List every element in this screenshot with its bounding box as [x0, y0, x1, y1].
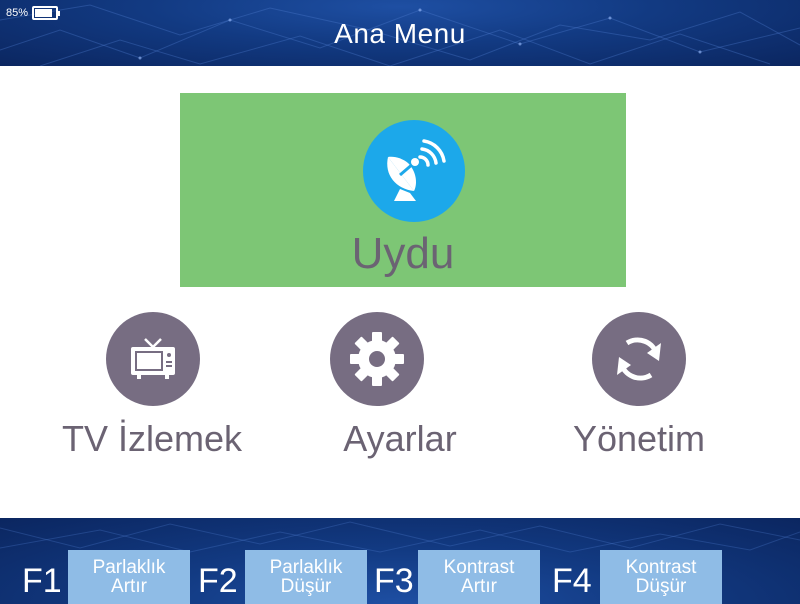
function-key-bar: F1 Parlaklık Artır F2 Parlaklık Düşür F3…: [0, 518, 800, 604]
function-key-line1: Kontrast: [625, 557, 697, 578]
refresh-icon: [592, 312, 686, 406]
gear-icon: [330, 312, 424, 406]
menu-item-yonetim[interactable]: Yönetim: [519, 312, 759, 462]
menu-tile-uydu-label: Uydu: [351, 229, 455, 278]
function-key-f1: F1: [22, 550, 62, 604]
function-key-label: F1: [22, 562, 62, 600]
page-title: Ana Menu: [334, 18, 466, 49]
menu-item-tv-izlemek[interactable]: TV İzlemek: [32, 312, 272, 462]
menu-item-label: TV İzlemek: [61, 418, 243, 459]
menu-item-ayarlar[interactable]: Ayarlar: [280, 312, 520, 462]
function-key-line2: Artır: [461, 576, 497, 597]
function-key-label: F3: [374, 562, 414, 600]
battery-level-fill: [35, 9, 53, 17]
menu-item-label: Ayarlar: [343, 418, 457, 459]
function-key-line1: Parlaklık: [269, 557, 343, 578]
function-key-f4: F4: [552, 550, 592, 604]
header-bar: 85% Ana Menu: [0, 0, 800, 66]
tv-icon: [106, 312, 200, 406]
function-key-line2: Düşür: [280, 576, 332, 597]
function-key-line2: Düşür: [635, 576, 687, 597]
function-key-f2: F2: [198, 550, 238, 604]
f1-parlaklik-artir-button[interactable]: Parlaklık Artır: [68, 550, 190, 604]
menu-tile-uydu[interactable]: Uydu: [180, 93, 626, 287]
function-key-line1: Kontrast: [443, 557, 515, 578]
function-key-f3: F3: [374, 550, 414, 604]
f2-parlaklik-dusur-button[interactable]: Parlaklık Düşür: [245, 550, 367, 604]
function-key-label: F4: [552, 562, 592, 600]
function-key-line2: Artır: [111, 576, 147, 597]
f4-kontrast-dusur-button[interactable]: Kontrast Düşür: [600, 550, 722, 604]
f3-kontrast-artir-button[interactable]: Kontrast Artır: [418, 550, 540, 604]
function-key-label: F2: [198, 562, 238, 600]
function-key-line1: Parlaklık: [92, 557, 166, 578]
satellite-dish-icon: [363, 120, 465, 222]
menu-item-label: Yönetim: [572, 418, 706, 459]
